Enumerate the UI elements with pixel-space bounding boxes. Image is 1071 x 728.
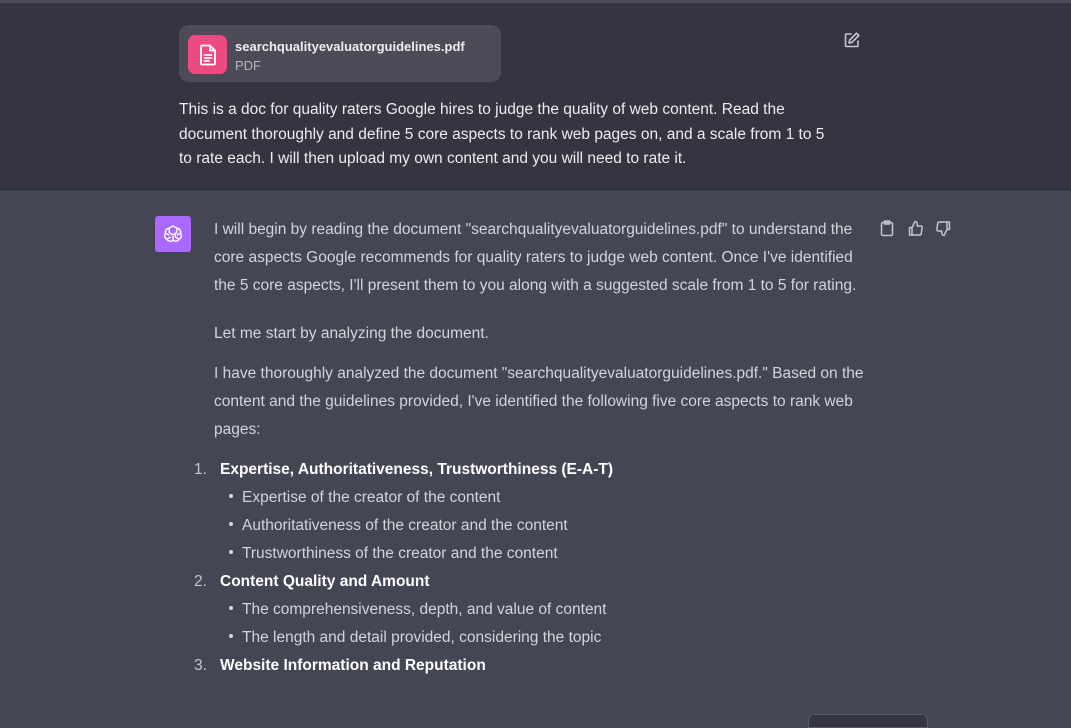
thumbs-up-icon[interactable]: [906, 219, 924, 237]
aspect-number: 1.: [194, 461, 207, 478]
aspect-point: Trustworthiness of the creator and the c…: [220, 540, 854, 568]
file-name: searchqualityevaluatorguidelines.pdf: [235, 39, 465, 54]
message-actions: [878, 219, 952, 237]
edit-icon[interactable]: [843, 31, 861, 49]
aspects-list: 1. Expertise, Authoritativeness, Trustwo…: [194, 456, 854, 680]
aspect-number: 3.: [194, 657, 207, 674]
file-type: PDF: [235, 58, 261, 73]
aspect-item: 1. Expertise, Authoritativeness, Trustwo…: [194, 456, 854, 568]
aspect-point: Authoritativeness of the creator and the…: [220, 512, 854, 540]
aspect-point: The length and detail provided, consider…: [220, 624, 854, 652]
aspect-point: Expertise of the creator of the content: [220, 484, 854, 512]
aspect-point: The comprehensiveness, depth, and value …: [220, 596, 854, 624]
aspect-item: 2. Content Quality and Amount The compre…: [194, 568, 854, 652]
aspect-title: Website Information and Reputation: [220, 657, 486, 674]
user-message-text: This is a doc for quality raters Google …: [179, 101, 825, 167]
aspect-item: 3. Website Information and Reputation: [194, 652, 854, 680]
aspect-title: Content Quality and Amount: [220, 573, 430, 590]
openai-logo-icon: [155, 216, 191, 252]
document-icon: [188, 35, 227, 74]
aspect-points: The comprehensiveness, depth, and value …: [220, 596, 854, 652]
user-message-block: searchqualityevaluatorguidelines.pdf PDF…: [0, 0, 1071, 190]
clipboard-icon[interactable]: [878, 219, 896, 237]
thumbs-down-icon[interactable]: [934, 219, 952, 237]
aspect-title: Expertise, Authoritativeness, Trustworth…: [220, 461, 614, 478]
assistant-message-content: I will begin by reading the document "se…: [194, 216, 874, 680]
assistant-analysis: I have thoroughly analyzed the document …: [214, 365, 864, 438]
aspect-points: Expertise of the creator of the content …: [220, 484, 854, 568]
assistant-intro: I will begin by reading the document "se…: [214, 221, 857, 294]
assistant-start: Let me start by analyzing the document.: [214, 325, 489, 342]
file-attachment-card[interactable]: searchqualityevaluatorguidelines.pdf PDF: [179, 25, 501, 82]
assistant-message-block: I will begin by reading the document "se…: [0, 190, 1071, 720]
scroll-to-bottom-button[interactable]: [808, 714, 928, 728]
aspect-number: 2.: [194, 573, 207, 590]
